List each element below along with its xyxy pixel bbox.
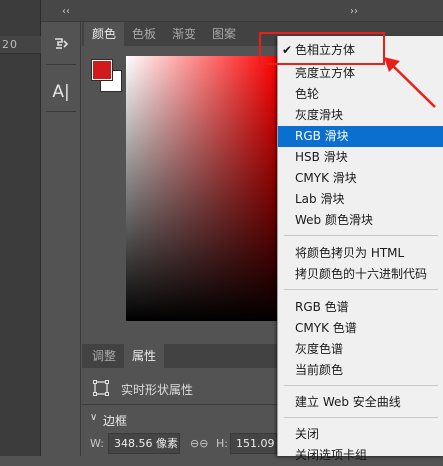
collapse-left-icon[interactable]: ‹‹	[62, 6, 70, 17]
menu-item-copy-html[interactable]: 将颜色拷贝为 HTML	[278, 243, 443, 264]
menu-separator	[284, 385, 438, 386]
tab-adjustments[interactable]: 调整	[84, 344, 124, 368]
height-field[interactable]: 151.09	[230, 433, 277, 454]
tool-divider	[46, 64, 76, 65]
character-panel-icon[interactable]: A|	[41, 75, 81, 109]
shape-properties-icon	[92, 379, 110, 397]
menu-item-hsb-slider[interactable]: HSB 滑块	[278, 147, 443, 168]
chevron-down-icon[interactable]: ∨	[90, 412, 97, 423]
annotation-arrow-icon	[384, 57, 436, 108]
tool-divider	[46, 111, 76, 112]
color-field[interactable]	[126, 56, 277, 321]
menu-separator	[284, 235, 438, 236]
menu-item-rgb-slider[interactable]: RGB 滑块	[278, 126, 443, 147]
menu-separator	[284, 289, 438, 290]
menu-item-cmyk-spectrum[interactable]: CMYK 色谱	[278, 318, 443, 339]
history-icon[interactable]	[41, 28, 81, 62]
menu-item-cmyk-slider[interactable]: CMYK 滑块	[278, 168, 443, 189]
shape-properties-label: 实时形状属性	[121, 383, 194, 397]
tab-gradients[interactable]: 渐变	[164, 22, 204, 46]
menu-item-web-safe-curve[interactable]: 建立 Web 安全曲线	[278, 392, 443, 413]
properties-divider	[82, 404, 277, 405]
menu-item-web-slider[interactable]: Web 颜色滑块	[278, 210, 443, 231]
w-label: W:	[90, 437, 104, 450]
panel-top-bar	[41, 0, 443, 22]
ruler-number: 20	[2, 38, 18, 51]
panel-tool-column: A|	[41, 22, 81, 456]
tab-swatches[interactable]: 色板	[124, 22, 164, 46]
width-field[interactable]: 348.56 像素	[108, 433, 180, 454]
menu-item-lab-slider[interactable]: Lab 滑块	[278, 189, 443, 210]
foreground-color-swatch[interactable]	[92, 60, 112, 80]
tab-properties[interactable]: 属性	[124, 344, 164, 368]
tab-patterns[interactable]: 图案	[204, 22, 244, 46]
annotation-highlight-box	[259, 32, 385, 65]
menu-separator	[284, 417, 438, 418]
menu-item-current-colors[interactable]: 当前颜色	[278, 360, 443, 381]
collapse-right-icon[interactable]: ››	[350, 6, 358, 17]
menu-item-close[interactable]: 关闭	[278, 424, 443, 445]
h-label: H:	[216, 437, 228, 450]
menu-item-copy-hex[interactable]: 拷贝颜色的十六进制代码	[278, 264, 443, 285]
menu-item-grayscale-spectrum[interactable]: 灰度色谱	[278, 339, 443, 360]
section-title: 边框	[103, 414, 128, 428]
link-icon[interactable]: ⊖⊖	[190, 437, 208, 450]
menu-item-rgb-spectrum[interactable]: RGB 色谱	[278, 297, 443, 318]
canvas-area	[0, 0, 41, 456]
tab-color[interactable]: 颜色	[84, 22, 124, 46]
